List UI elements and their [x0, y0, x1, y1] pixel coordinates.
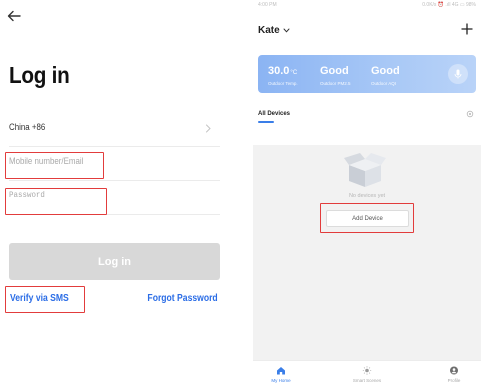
highlight-box-add-device [320, 203, 414, 233]
highlight-box-password [5, 188, 107, 215]
weather-temp-unit: °C [290, 70, 298, 76]
tab-smart-scenes-label: Smart Scenes [352, 378, 382, 383]
highlight-box-verify-sms [5, 286, 85, 313]
page-title: Log in [9, 62, 70, 88]
weather-aqi-label: Outdoor AQI [371, 81, 397, 86]
microphone-icon[interactable] [448, 64, 468, 84]
empty-box-icon [344, 153, 386, 187]
back-arrow-icon[interactable] [6, 8, 22, 24]
bottom-tab-bar: My Home Smart Scenes Profile [253, 360, 481, 389]
weather-aqi: Good Outdoor AQI [371, 61, 400, 86]
weather-temp-label: Outdoor Temp. [268, 81, 298, 86]
plus-icon[interactable] [461, 23, 473, 35]
tab-profile[interactable]: Profile [429, 366, 479, 383]
tab-my-home[interactable]: My Home [256, 366, 306, 383]
weather-temp: 30.0°C Outdoor Temp. [268, 61, 298, 86]
country-selector[interactable]: China +86 [9, 113, 220, 147]
highlight-box-mobile [5, 152, 104, 179]
profile-icon [450, 366, 458, 375]
home-screen: 4:00 PM 0.0K/s ⏰ .ıll 4G ▭ 98% Kate 30.0… [253, 0, 481, 389]
home-name-selector[interactable]: Kate [258, 25, 280, 36]
tab-profile-label: Profile [447, 378, 461, 383]
login-screen: Log in China +86 Mobile number/Email Pas… [0, 0, 232, 389]
chevron-down-icon[interactable] [283, 28, 290, 33]
home-icon [277, 367, 285, 375]
tab-my-home-label: My Home [271, 378, 291, 383]
login-button[interactable]: Log in [9, 243, 220, 280]
status-time: 4:00 PM [258, 2, 277, 8]
gear-icon[interactable] [466, 110, 474, 118]
weather-card[interactable]: 30.0°C Outdoor Temp. Good Outdoor PM2.5 … [258, 55, 476, 93]
weather-aqi-value: Good [371, 65, 400, 77]
weather-pm25-label: Outdoor PM2.5 [320, 81, 351, 86]
status-bar: 4:00 PM 0.0K/s ⏰ .ıll 4G ▭ 98% [253, 0, 481, 11]
tab-all-devices[interactable]: All Devices [258, 111, 290, 117]
tab-smart-scenes[interactable]: Smart Scenes [342, 366, 392, 383]
weather-pm25-value: Good [320, 65, 349, 77]
empty-state-text: No devices yet [348, 193, 386, 199]
weather-pm25: Good Outdoor PM2.5 [320, 61, 351, 86]
home-header: Kate 30.0°C Outdoor Temp. Good Outdoor P… [253, 11, 481, 145]
tab-active-indicator [258, 121, 274, 123]
weather-temp-value: 30.0 [268, 65, 290, 77]
sun-icon [362, 366, 372, 375]
country-code-label: China +86 [9, 122, 46, 132]
chevron-right-icon [206, 124, 211, 133]
status-indicators: 0.0K/s ⏰ .ıll 4G ▭ 98% [422, 2, 476, 8]
forgot-password-link[interactable]: Forgot Password [148, 293, 218, 304]
